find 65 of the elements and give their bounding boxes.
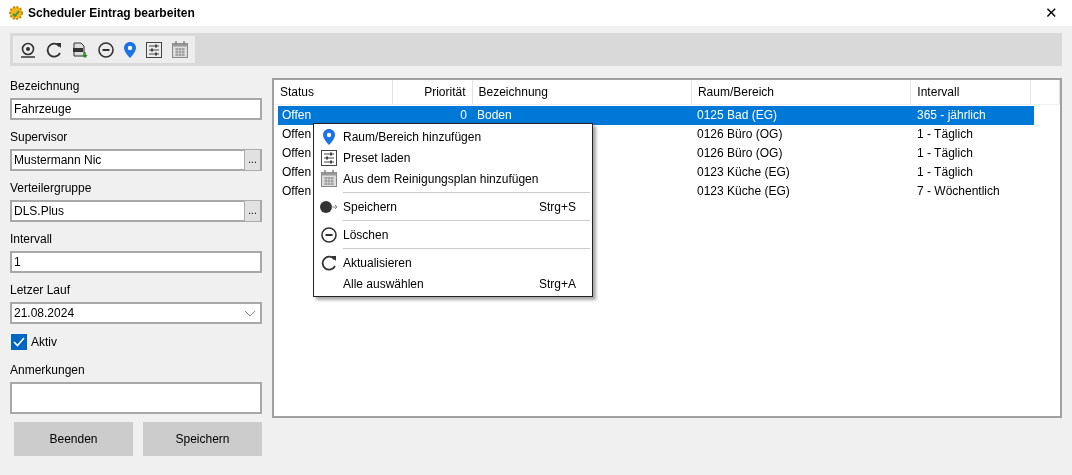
shortcut-label: Strg+A	[538, 276, 576, 291]
menu-item[interactable]: Aus dem Reinigungsplan hinzufügen	[314, 168, 592, 189]
column-header[interactable]: Status	[274, 80, 393, 104]
gear-icon	[8, 5, 24, 21]
column-header[interactable]: Bezeichnung	[472, 80, 692, 104]
menu-item[interactable]: Speichern Strg+S	[314, 196, 592, 217]
input-field[interactable]: Fahrzeuge	[10, 98, 262, 120]
menu-item[interactable]: Raum/Bereich hinzufügen	[314, 126, 592, 147]
menu-item[interactable]: Aktualisieren	[314, 252, 592, 273]
table-cell: 0123 Küche (EG)	[697, 184, 790, 198]
table-cell: 0	[460, 108, 467, 122]
checkbox-label: Aktiv	[31, 335, 57, 349]
location-pin-button[interactable]	[123, 39, 137, 60]
calendar-button[interactable]	[171, 39, 189, 60]
table-cell: Offen	[282, 127, 312, 141]
menu-item[interactable]: Preset laden	[314, 147, 592, 168]
table-cell: 0125 Bad (EG)	[697, 108, 778, 122]
chevron-down-icon	[244, 310, 256, 317]
table-cell: Offen	[282, 165, 312, 179]
table-cell: 0126 Büro (OG)	[697, 146, 783, 160]
column-header[interactable]: Priorität	[392, 80, 473, 104]
delete-icon	[320, 226, 337, 243]
table-cell: 365 - jährlich	[917, 108, 986, 122]
action-button[interactable]: Beenden	[14, 422, 133, 456]
field-label: Intervall	[10, 231, 54, 247]
input-field[interactable]: DLS.Plus	[10, 200, 244, 222]
shortcut-label: Strg+S	[538, 199, 576, 214]
location-pin-icon	[322, 128, 335, 145]
field-label: Supervisor	[10, 129, 69, 145]
table-cell: Offen	[282, 108, 312, 122]
table-row[interactable]: Offen 0 Boden 0125 Bad (EG) 365 - jährlich	[278, 106, 1034, 125]
lookup-button[interactable]: ...	[244, 149, 262, 171]
table-cell: 0123 Küche (EG)	[697, 165, 790, 179]
table-cell: 0126 Büro (OG)	[697, 127, 783, 141]
date-picker[interactable]: 21.08.2024	[10, 302, 262, 324]
field-label: Letzer Lauf	[10, 282, 72, 298]
field-label: Bezeichnung	[10, 78, 81, 94]
delete-button[interactable]	[97, 39, 115, 60]
refresh-icon	[320, 254, 337, 271]
notes-field[interactable]	[10, 382, 262, 414]
table-cell: Offen	[282, 146, 312, 160]
table-cell: 1 - Täglich	[917, 127, 973, 141]
field-label: Anmerkungen	[10, 362, 86, 378]
close-button[interactable]: ✕	[1039, 4, 1064, 22]
sliders-icon	[320, 149, 337, 166]
input-field[interactable]: 1	[10, 251, 262, 273]
export-file-button[interactable]	[71, 39, 89, 60]
action-button[interactable]: Speichern	[143, 422, 262, 456]
menu-item[interactable]: Alle auswählen Strg+A	[314, 273, 592, 294]
table-cell: 7 - Wöchentlich	[917, 184, 1000, 198]
column-header[interactable]: Raum/Bereich	[691, 80, 912, 104]
column-header[interactable]: Intervall	[911, 80, 1032, 104]
checkbox[interactable]	[11, 334, 27, 350]
table-cell: Boden	[477, 108, 512, 122]
lookup-button[interactable]: ...	[244, 200, 262, 222]
field-label: Verteilergruppe	[10, 180, 93, 196]
window-title: Scheduler Eintrag bearbeiten	[28, 6, 196, 20]
calendar-icon	[320, 170, 337, 187]
table-cell: 1 - Täglich	[917, 165, 973, 179]
table-cell: 1 - Täglich	[917, 146, 973, 160]
sliders-button[interactable]	[145, 39, 163, 60]
input-field[interactable]: Mustermann Nic	[10, 149, 244, 171]
table-cell: Offen	[282, 184, 312, 198]
disc-arrow-icon	[319, 199, 338, 214]
menu-item[interactable]: Löschen	[314, 224, 592, 245]
